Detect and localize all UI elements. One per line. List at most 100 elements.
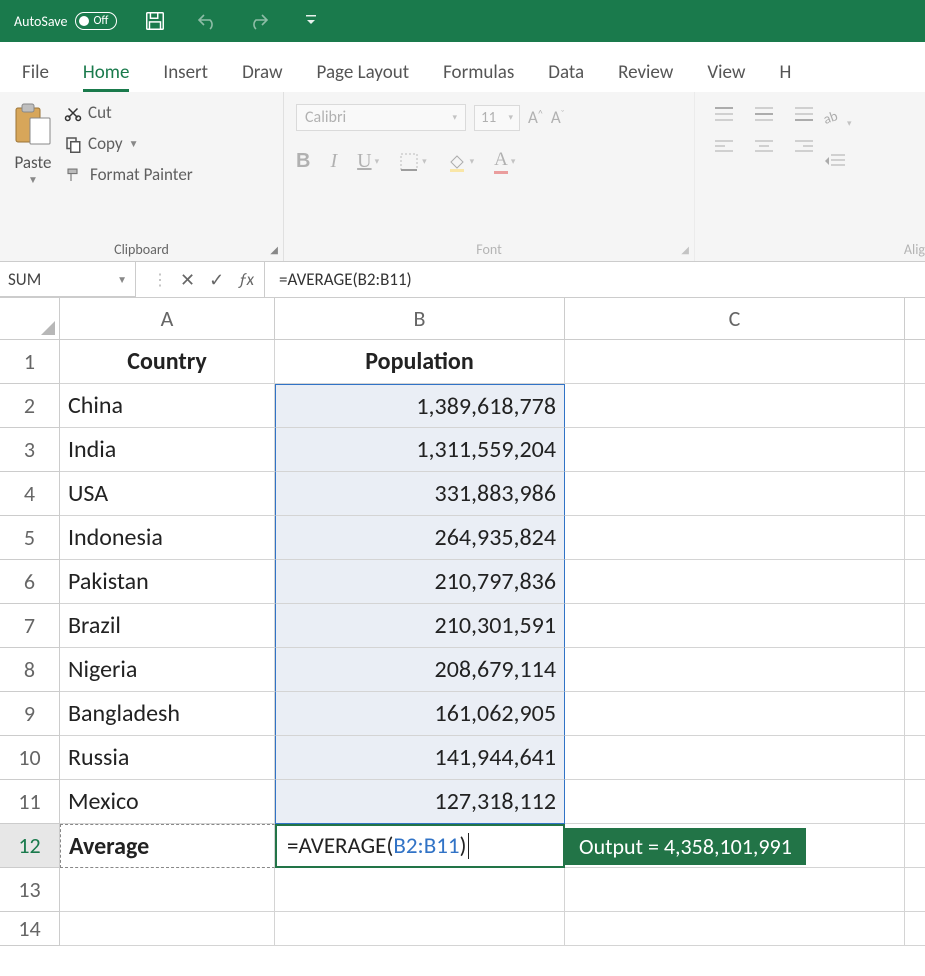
row-header[interactable]: 2 bbox=[0, 384, 60, 428]
align-bottom-icon[interactable] bbox=[793, 106, 815, 124]
cut-button[interactable]: Cut bbox=[64, 102, 193, 123]
copy-button[interactable]: Copy ▼ bbox=[64, 133, 193, 154]
cell[interactable] bbox=[60, 868, 275, 912]
cell[interactable] bbox=[565, 560, 905, 604]
row-header[interactable]: 6 bbox=[0, 560, 60, 604]
row-header[interactable]: 14 bbox=[0, 912, 60, 946]
cell[interactable] bbox=[905, 560, 925, 604]
cell[interactable]: Bangladesh bbox=[60, 692, 275, 736]
tab-review[interactable]: Review bbox=[618, 61, 673, 92]
cell[interactable] bbox=[905, 648, 925, 692]
cell[interactable] bbox=[905, 428, 925, 472]
row-header[interactable]: 12 bbox=[0, 824, 60, 868]
cell[interactable]: 127,318,112 bbox=[275, 780, 565, 824]
cell[interactable] bbox=[905, 780, 925, 824]
tab-page-layout[interactable]: Page Layout bbox=[317, 61, 410, 92]
orientation-button[interactable]: ab▾ bbox=[823, 106, 852, 130]
cell[interactable]: 208,679,114 bbox=[275, 648, 565, 692]
decrease-font-button[interactable]: Aˇ bbox=[551, 107, 565, 128]
font-color-button[interactable]: A ▾ bbox=[494, 149, 515, 174]
font-size-dropdown[interactable]: 11 ▾ bbox=[474, 105, 520, 131]
select-all-corner[interactable] bbox=[0, 298, 60, 340]
row-header[interactable]: 1 bbox=[0, 340, 60, 384]
cell[interactable] bbox=[565, 384, 905, 428]
cell[interactable]: 161,062,905 bbox=[275, 692, 565, 736]
cell[interactable]: Average bbox=[60, 824, 275, 868]
active-cell[interactable]: =AVERAGE(B2:B11) bbox=[275, 824, 565, 868]
cell[interactable] bbox=[565, 516, 905, 560]
align-right-icon[interactable] bbox=[793, 138, 815, 156]
fx-icon[interactable]: ƒx bbox=[238, 269, 254, 290]
row-header[interactable]: 5 bbox=[0, 516, 60, 560]
cell[interactable] bbox=[905, 384, 925, 428]
undo-icon[interactable] bbox=[193, 11, 221, 31]
redo-icon[interactable] bbox=[245, 11, 273, 31]
cell[interactable] bbox=[905, 912, 925, 946]
increase-font-button[interactable]: A^ bbox=[528, 107, 543, 128]
tab-view[interactable]: View bbox=[707, 61, 745, 92]
row-header[interactable]: 10 bbox=[0, 736, 60, 780]
cell[interactable]: Country bbox=[60, 340, 275, 384]
cell[interactable]: Population bbox=[275, 340, 565, 384]
cell[interactable]: 264,935,824 bbox=[275, 516, 565, 560]
tab-insert[interactable]: Insert bbox=[163, 61, 208, 92]
cell[interactable] bbox=[565, 604, 905, 648]
row-header[interactable]: 8 bbox=[0, 648, 60, 692]
indent-button[interactable] bbox=[823, 152, 852, 174]
cell[interactable] bbox=[565, 692, 905, 736]
cell[interactable] bbox=[565, 428, 905, 472]
cell[interactable] bbox=[565, 340, 905, 384]
chevron-down-icon[interactable]: ▼ bbox=[12, 173, 54, 186]
cell[interactable]: Pakistan bbox=[60, 560, 275, 604]
bold-button[interactable]: B bbox=[296, 149, 310, 174]
column-header[interactable]: B bbox=[275, 298, 565, 340]
cell[interactable] bbox=[905, 736, 925, 780]
formula-input[interactable]: =AVERAGE(B2:B11) bbox=[265, 269, 925, 290]
cell[interactable] bbox=[565, 780, 905, 824]
cell[interactable] bbox=[565, 868, 905, 912]
cell[interactable] bbox=[275, 912, 565, 946]
cell[interactable]: Brazil bbox=[60, 604, 275, 648]
cell[interactable]: 331,883,986 bbox=[275, 472, 565, 516]
save-icon[interactable] bbox=[141, 10, 169, 32]
cell[interactable] bbox=[565, 648, 905, 692]
italic-button[interactable]: I bbox=[330, 149, 337, 174]
dialog-launcher-icon[interactable]: ◢ bbox=[681, 243, 689, 256]
cell[interactable]: Output = 4,358,101,991 bbox=[565, 824, 905, 868]
autosave-toggle[interactable]: AutoSave Off bbox=[14, 12, 117, 30]
row-header[interactable]: 3 bbox=[0, 428, 60, 472]
dialog-launcher-icon[interactable]: ◢ bbox=[270, 243, 278, 256]
cell[interactable]: 210,301,591 bbox=[275, 604, 565, 648]
cell[interactable]: 1,311,559,204 bbox=[275, 428, 565, 472]
cell[interactable] bbox=[905, 340, 925, 384]
column-header[interactable] bbox=[905, 298, 925, 340]
underline-button[interactable]: U▾ bbox=[357, 149, 379, 174]
row-header[interactable]: 4 bbox=[0, 472, 60, 516]
row-header[interactable]: 13 bbox=[0, 868, 60, 912]
column-header[interactable]: C bbox=[565, 298, 905, 340]
tab-file[interactable]: File bbox=[22, 61, 49, 92]
cell[interactable] bbox=[905, 868, 925, 912]
row-header[interactable]: 7 bbox=[0, 604, 60, 648]
cell[interactable]: India bbox=[60, 428, 275, 472]
cell[interactable]: Nigeria bbox=[60, 648, 275, 692]
enter-icon[interactable]: ✓ bbox=[209, 269, 224, 291]
paste-button[interactable]: Paste ▼ bbox=[12, 98, 54, 186]
cell[interactable] bbox=[565, 912, 905, 946]
cell[interactable] bbox=[565, 736, 905, 780]
cell[interactable]: Russia bbox=[60, 736, 275, 780]
qat-customize-icon[interactable] bbox=[297, 14, 325, 28]
tab-draw[interactable]: Draw bbox=[242, 61, 282, 92]
tab-home[interactable]: Home bbox=[83, 61, 130, 92]
cell[interactable]: 210,797,836 bbox=[275, 560, 565, 604]
cell[interactable] bbox=[60, 912, 275, 946]
cell[interactable]: USA bbox=[60, 472, 275, 516]
cell[interactable] bbox=[905, 692, 925, 736]
cell[interactable] bbox=[905, 516, 925, 560]
align-middle-icon[interactable] bbox=[753, 106, 775, 124]
tab-help-truncated[interactable]: H bbox=[779, 61, 791, 92]
borders-button[interactable]: ▾ bbox=[399, 149, 427, 174]
align-top-icon[interactable] bbox=[713, 106, 735, 124]
drag-handle-icon[interactable]: ⋮ bbox=[152, 270, 166, 290]
cell[interactable] bbox=[905, 824, 925, 868]
